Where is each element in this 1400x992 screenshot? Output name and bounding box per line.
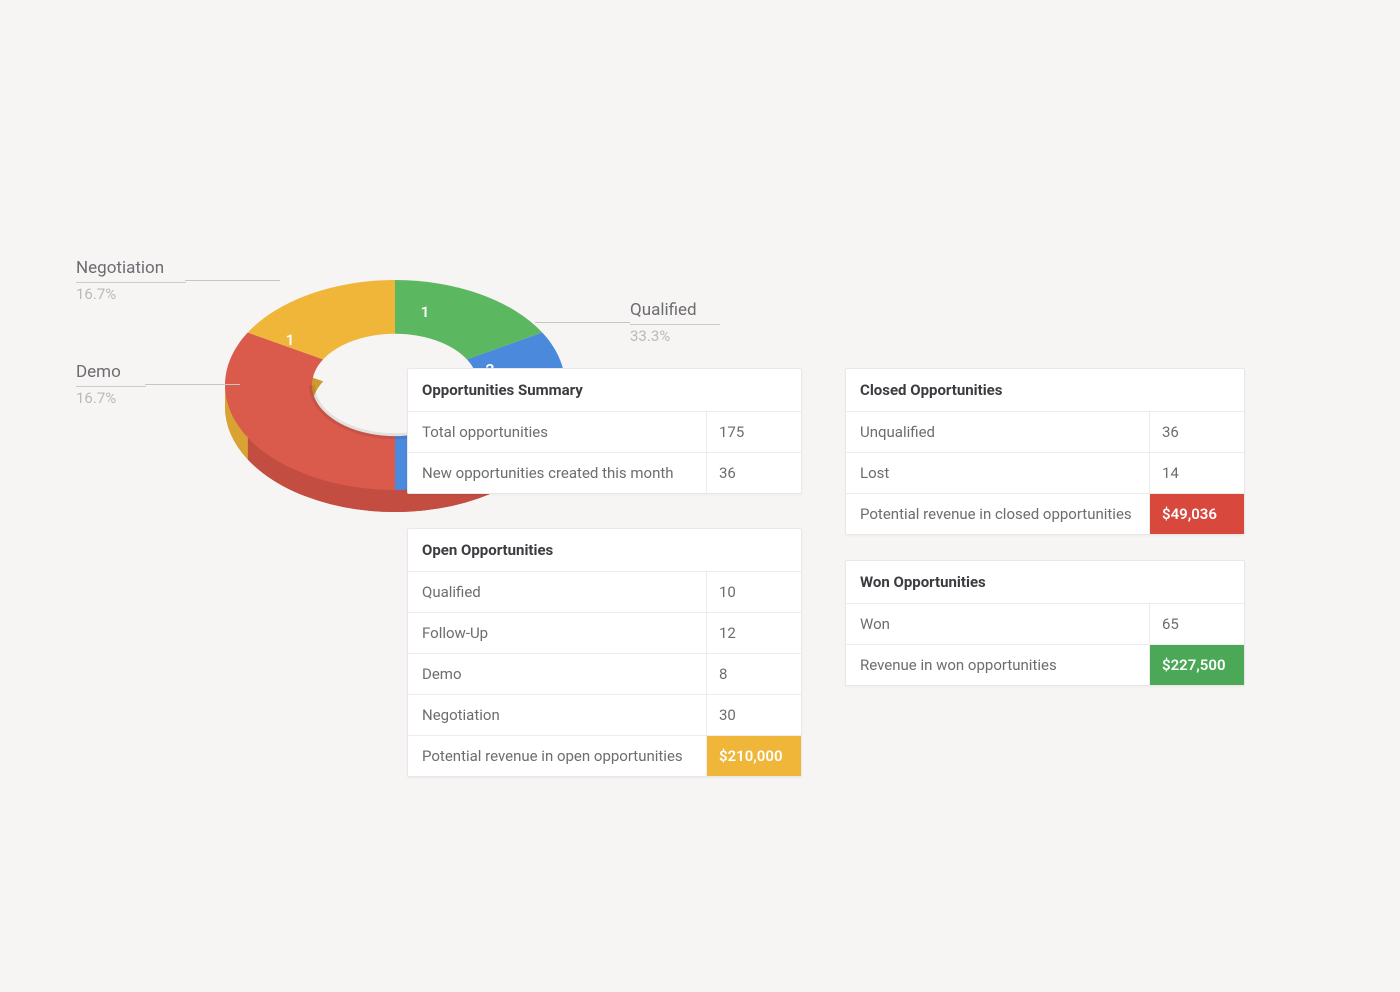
table-row: Unqualified 36 [846, 412, 1244, 453]
label-text: Demo [76, 362, 146, 382]
table-closed: Closed Opportunities Unqualified 36 Lost… [845, 368, 1245, 535]
label-demo: Demo 16.7% [76, 362, 146, 407]
row-value: 12 [706, 613, 801, 653]
row-key: New opportunities created this month [408, 453, 706, 493]
row-value: 10 [706, 572, 801, 612]
slice-value-negotiation: 1 [421, 303, 430, 321]
row-key: Negotiation [408, 695, 706, 735]
table-header: Closed Opportunities [846, 369, 1244, 412]
label-negotiation: Negotiation 16.7% [76, 258, 186, 303]
row-key: Won [846, 604, 1149, 644]
row-key: Potential revenue in open opportunities [408, 736, 706, 776]
row-key: Potential revenue in closed opportunitie… [846, 494, 1149, 534]
table-row: Negotiation 30 [408, 695, 801, 736]
table-header: Opportunities Summary [408, 369, 801, 412]
row-value: 65 [1149, 604, 1244, 644]
row-key: Revenue in won opportunities [846, 645, 1149, 685]
table-header: Open Opportunities [408, 529, 801, 572]
row-value: 36 [1149, 412, 1244, 452]
label-pct: 16.7% [76, 389, 146, 407]
table-row: Follow-Up 12 [408, 613, 801, 654]
row-value: $210,000 [706, 736, 801, 776]
table-row: New opportunities created this month 36 [408, 453, 801, 493]
table-row: Won 65 [846, 604, 1244, 645]
row-value: 30 [706, 695, 801, 735]
table-row: Lost 14 [846, 453, 1244, 494]
table-row: Potential revenue in open opportunities … [408, 736, 801, 776]
label-text: Qualified [630, 300, 720, 320]
label-pct: 16.7% [76, 285, 186, 303]
table-row: Demo 8 [408, 654, 801, 695]
table-row: Qualified 10 [408, 572, 801, 613]
row-value: 36 [706, 453, 801, 493]
table-won: Won Opportunities Won 65 Revenue in won … [845, 560, 1245, 686]
table-summary: Opportunities Summary Total opportunitie… [407, 368, 802, 494]
row-value: 14 [1149, 453, 1244, 493]
table-open: Open Opportunities Qualified 10 Follow-U… [407, 528, 802, 777]
slice-value-demo: 1 [286, 331, 295, 349]
label-qualified: Qualified 33.3% [630, 300, 720, 345]
table-row: Potential revenue in closed opportunitie… [846, 494, 1244, 534]
table-row: Total opportunities 175 [408, 412, 801, 453]
row-value: 175 [706, 412, 801, 452]
label-pct: 33.3% [630, 327, 720, 345]
label-text: Negotiation [76, 258, 186, 278]
table-header: Won Opportunities [846, 561, 1244, 604]
row-value: $49,036 [1149, 494, 1244, 534]
table-row: Revenue in won opportunities $227,500 [846, 645, 1244, 685]
row-key: Qualified [408, 572, 706, 612]
row-key: Demo [408, 654, 706, 694]
row-value: 8 [706, 654, 801, 694]
row-key: Unqualified [846, 412, 1149, 452]
row-key: Follow-Up [408, 613, 706, 653]
row-key: Total opportunities [408, 412, 706, 452]
row-key: Lost [846, 453, 1149, 493]
row-value: $227,500 [1149, 645, 1244, 685]
